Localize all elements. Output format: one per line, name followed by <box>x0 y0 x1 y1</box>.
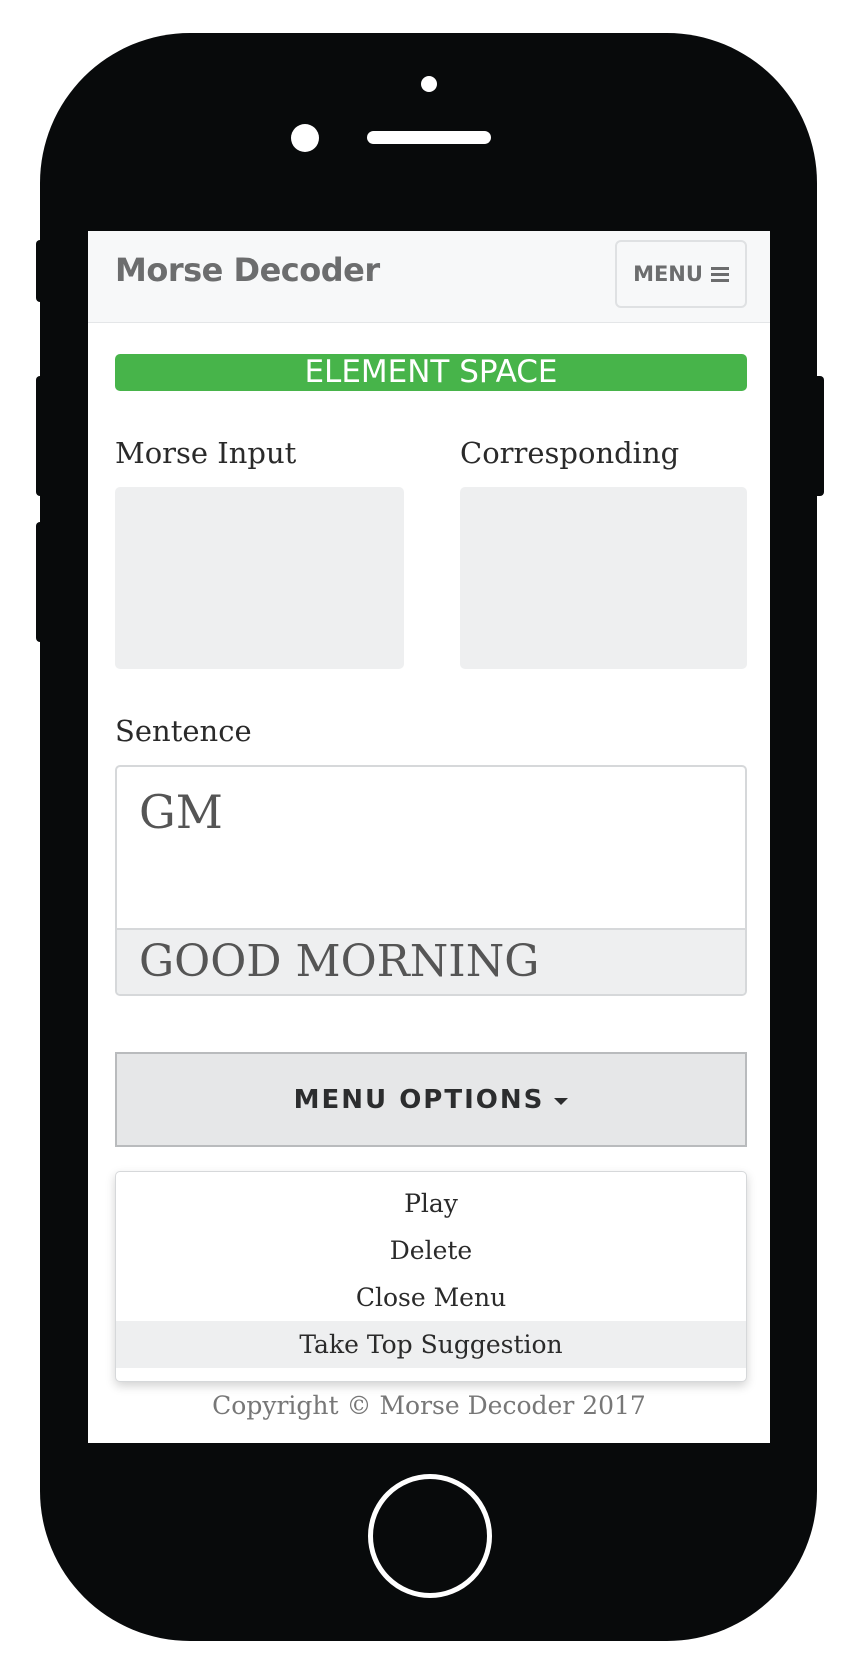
app-screen: Morse Decoder MENU ELEMENT SPACE Morse I… <box>88 231 770 1443</box>
front-camera <box>421 76 437 92</box>
menu-options-button[interactable]: MENU OPTIONS <box>115 1052 747 1147</box>
brand-title[interactable]: Morse Decoder <box>115 251 380 289</box>
hamburger-icon <box>710 266 729 282</box>
earpiece-speaker <box>367 131 491 144</box>
home-button[interactable] <box>368 1474 492 1598</box>
morse-input-field[interactable] <box>115 487 404 669</box>
menu-toggle-button[interactable]: MENU <box>615 240 747 308</box>
morse-input-label: Morse Input <box>115 436 297 470</box>
status-banner: ELEMENT SPACE <box>115 354 747 391</box>
sentence-label: Sentence <box>115 714 252 748</box>
corresponding-label: Corresponding <box>460 436 680 470</box>
menu-item-delete[interactable]: Delete <box>116 1227 746 1274</box>
proximity-sensor <box>291 124 319 152</box>
menu-toggle-label: MENU <box>633 262 703 286</box>
corresponding-field <box>460 487 747 669</box>
menu-options-label: MENU OPTIONS <box>293 1084 545 1115</box>
mute-switch <box>36 240 44 302</box>
caret-down-icon <box>554 1097 569 1105</box>
menu-item-play[interactable]: Play <box>116 1180 746 1227</box>
copyright-text: Copyright © Morse Decoder 2017 <box>212 1391 646 1420</box>
power-button <box>813 376 824 496</box>
suggestion-text: GOOD MORNING <box>139 936 540 987</box>
menu-item-close-menu[interactable]: Close Menu <box>116 1274 746 1321</box>
navbar: Morse Decoder MENU <box>88 231 770 323</box>
volume-up-button <box>36 376 44 496</box>
menu-options-dropdown: Play Delete Close Menu Take Top Suggesti… <box>115 1171 747 1382</box>
volume-down-button <box>36 522 44 642</box>
sentence-text: GM <box>139 785 223 839</box>
menu-item-take-top-suggestion[interactable]: Take Top Suggestion <box>116 1321 746 1368</box>
suggestion-bar[interactable]: GOOD MORNING <box>117 928 745 994</box>
sentence-field[interactable]: GM GOOD MORNING <box>115 765 747 996</box>
